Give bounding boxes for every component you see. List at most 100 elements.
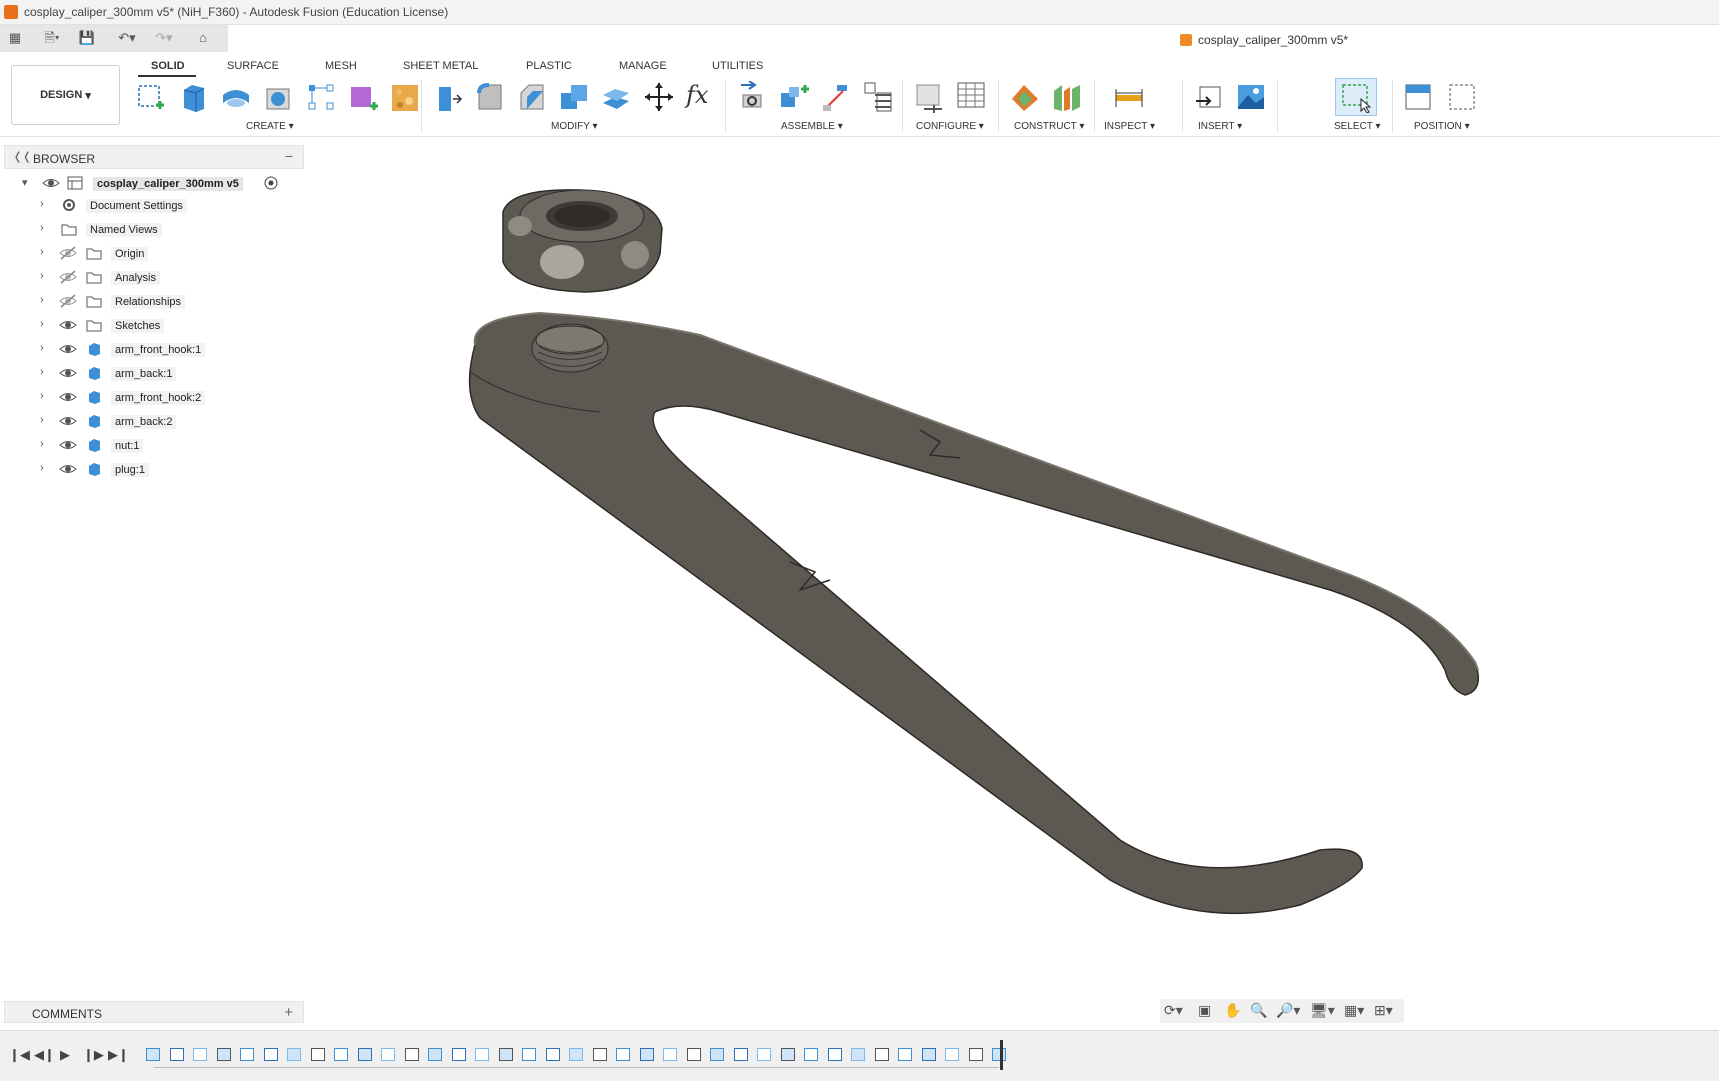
timeline-feature-icon[interactable] — [287, 1048, 301, 1061]
timeline-feature-icon[interactable] — [404, 1048, 419, 1061]
timeline-feature-icon[interactable] — [381, 1048, 395, 1061]
browser-row[interactable]: › arm_front_hook:2 — [0, 387, 300, 407]
timeline-feature-icon[interactable] — [451, 1048, 466, 1061]
chevron-right-icon[interactable]: › — [40, 318, 44, 330]
timeline-feature-icon[interactable] — [263, 1048, 278, 1061]
chevron-right-icon[interactable]: › — [40, 222, 44, 234]
browser-panel-header[interactable]: ❬❬ BROWSER − — [4, 145, 304, 169]
browser-row[interactable]: › arm_back:2 — [0, 411, 300, 431]
collapse-panel-icon[interactable]: ❬❬ — [13, 150, 31, 163]
chevron-right-icon[interactable]: › — [40, 270, 44, 282]
browser-root-row[interactable]: ▾ cosplay_caliper_300mm v5 — [0, 173, 300, 193]
browser-row[interactable]: › Analysis — [0, 267, 300, 287]
timeline-feature-icon[interactable] — [475, 1048, 489, 1061]
viewports-icon[interactable]: ⊞▾ — [1374, 1002, 1393, 1019]
add-comment-icon[interactable]: + — [284, 1004, 293, 1021]
browser-row[interactable]: › nut:1 — [0, 435, 300, 455]
timeline-marker[interactable] — [1000, 1040, 1003, 1070]
browser-row[interactable]: › Named Views — [0, 219, 300, 239]
timeline-next-icon[interactable]: ❙▶ — [83, 1047, 104, 1063]
timeline-feature-icon[interactable] — [827, 1048, 842, 1061]
eye-icon[interactable] — [59, 438, 77, 452]
browser-row[interactable]: › Sketches — [0, 315, 300, 335]
folder-icon — [86, 272, 102, 284]
chevron-right-icon[interactable]: › — [40, 366, 44, 378]
eye-icon[interactable] — [59, 366, 77, 380]
timeline-feature-icon[interactable] — [851, 1048, 865, 1061]
eye-icon[interactable] — [59, 246, 77, 260]
chevron-right-icon[interactable]: › — [40, 246, 44, 258]
chevron-right-icon[interactable]: › — [40, 438, 44, 450]
eye-icon[interactable] — [59, 390, 77, 404]
timeline-feature-icon[interactable] — [945, 1048, 959, 1061]
eye-icon[interactable] — [59, 342, 77, 356]
activate-radio-icon[interactable] — [264, 176, 278, 190]
display-settings-icon[interactable]: 🖥▾ — [1310, 1002, 1335, 1019]
timeline-feature-icon[interactable] — [733, 1048, 748, 1061]
timeline-feature-icon[interactable] — [710, 1048, 724, 1061]
timeline-start-icon[interactable]: ❙◀ — [9, 1047, 30, 1063]
browser-row[interactable]: › arm_back:1 — [0, 363, 300, 383]
timeline-feature-icon[interactable] — [522, 1048, 536, 1061]
timeline-play-icon[interactable]: ▶ — [60, 1047, 70, 1063]
zoom-icon[interactable]: 🔍 — [1250, 1002, 1267, 1019]
body-icon — [89, 391, 100, 404]
eye-icon[interactable] — [59, 318, 77, 332]
timeline-feature-icon[interactable] — [921, 1048, 936, 1061]
eye-icon[interactable] — [59, 414, 77, 428]
browser-row[interactable]: › arm_front_hook:1 — [0, 339, 300, 359]
timeline-feature-icon[interactable] — [898, 1048, 912, 1061]
minimize-panel-icon[interactable]: − — [285, 148, 293, 164]
timeline-feature-icon[interactable] — [545, 1048, 560, 1061]
timeline-feature-icon[interactable] — [804, 1048, 818, 1061]
browser-row[interactable]: › plug:1 — [0, 459, 300, 479]
chevron-right-icon[interactable]: › — [40, 198, 44, 210]
orbit-icon[interactable]: ⟳▾ — [1164, 1002, 1183, 1019]
chevron-right-icon[interactable]: › — [40, 462, 44, 474]
chevron-right-icon[interactable]: › — [40, 414, 44, 426]
chevron-down-icon[interactable]: ▾ — [22, 176, 28, 189]
eye-icon[interactable] — [59, 462, 77, 476]
timeline-feature-icon[interactable] — [240, 1048, 254, 1061]
timeline-feature-icon[interactable] — [428, 1048, 442, 1061]
nut-body[interactable] — [502, 189, 663, 293]
timeline-end-icon[interactable]: ▶❙ — [108, 1047, 129, 1063]
timeline-feature-icon[interactable] — [310, 1048, 325, 1061]
eye-icon[interactable] — [59, 294, 77, 308]
timeline-previous-icon[interactable]: ◀❙ — [34, 1047, 55, 1063]
timeline-feature-icon[interactable] — [193, 1048, 207, 1061]
eye-icon[interactable] — [42, 176, 60, 190]
browser-row-label: nut:1 — [111, 439, 144, 453]
timeline-feature-icon[interactable] — [334, 1048, 348, 1061]
chevron-right-icon[interactable]: › — [40, 294, 44, 306]
timeline-feature-icon[interactable] — [569, 1048, 583, 1061]
browser-row[interactable]: › Relationships — [0, 291, 300, 311]
eye-icon[interactable] — [59, 270, 77, 284]
caliper-body[interactable] — [468, 311, 1480, 915]
look-at-icon[interactable]: ▣ — [1198, 1002, 1211, 1019]
timeline-feature-icon[interactable] — [639, 1048, 654, 1061]
grid-settings-icon[interactable]: ▦▾ — [1344, 1002, 1364, 1019]
timeline-feature-icon[interactable] — [780, 1048, 795, 1061]
timeline-feature-icon[interactable] — [216, 1048, 231, 1061]
timeline-feature-icon[interactable] — [968, 1048, 983, 1061]
pan-icon[interactable]: ✋ — [1224, 1002, 1241, 1019]
timeline-feature-icon[interactable] — [663, 1048, 677, 1061]
timeline-feature-icon[interactable] — [357, 1048, 372, 1061]
timeline-feature-icon[interactable] — [874, 1048, 889, 1061]
timeline-feature-icon[interactable] — [686, 1048, 701, 1061]
timeline-feature-icon[interactable] — [992, 1048, 1006, 1061]
timeline-feature-icon[interactable] — [498, 1048, 513, 1061]
browser-row[interactable]: › Document Settings — [0, 195, 300, 215]
chevron-right-icon[interactable]: › — [40, 390, 44, 402]
fit-icon[interactable]: 🔎▾ — [1276, 1002, 1300, 1019]
timeline-feature-icon[interactable] — [757, 1048, 771, 1061]
comments-panel[interactable]: COMMENTS + — [4, 1001, 304, 1023]
browser-title: BROWSER — [33, 152, 96, 166]
browser-row[interactable]: › Origin — [0, 243, 300, 263]
timeline-feature-icon[interactable] — [616, 1048, 630, 1061]
chevron-right-icon[interactable]: › — [40, 342, 44, 354]
timeline-feature-icon[interactable] — [146, 1048, 160, 1061]
timeline-feature-icon[interactable] — [592, 1048, 607, 1061]
timeline-feature-icon[interactable] — [169, 1048, 184, 1061]
